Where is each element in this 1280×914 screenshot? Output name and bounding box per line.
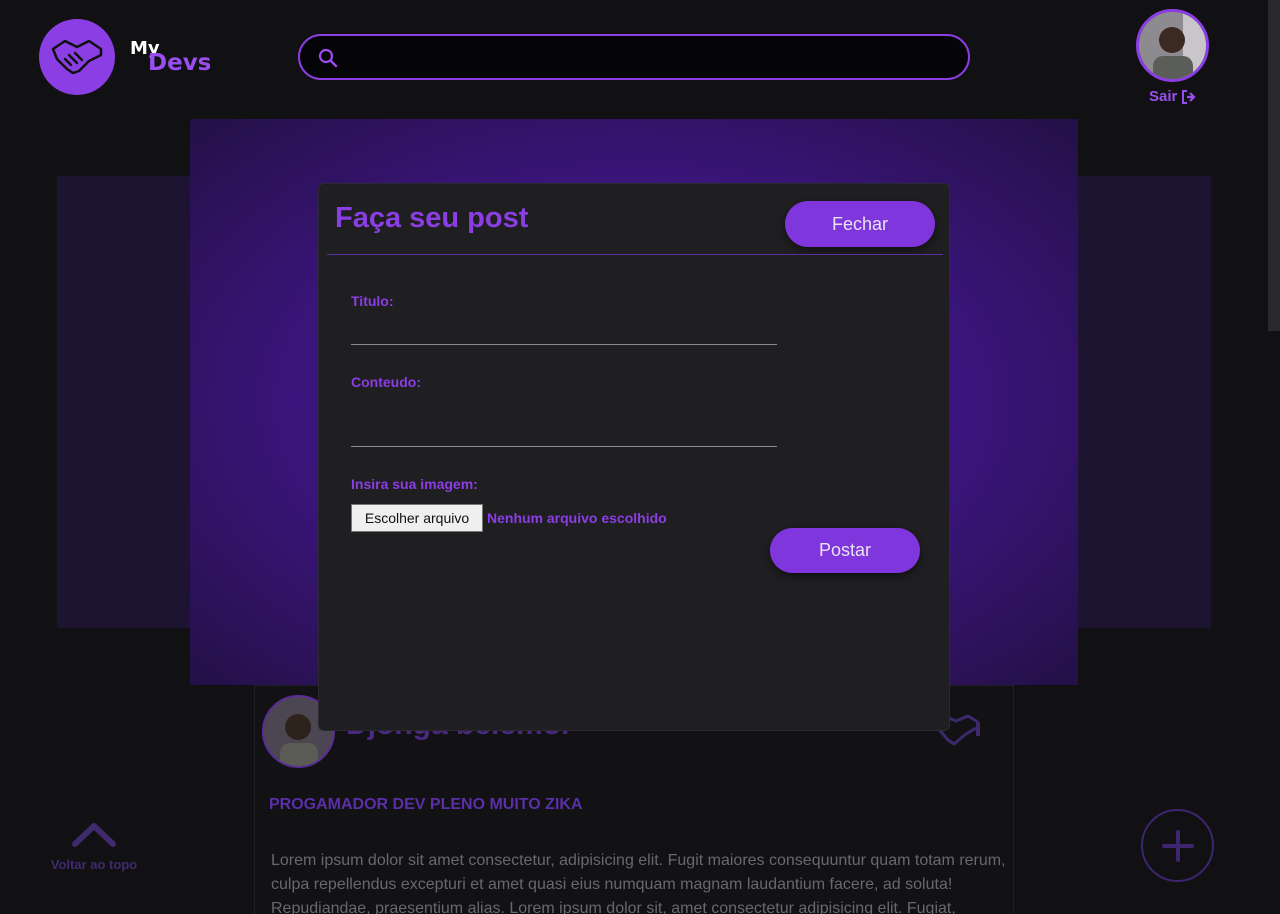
search-icon [318, 48, 338, 68]
chevron-up-icon [72, 823, 116, 847]
back-to-top-button[interactable]: Voltar ao topo [49, 820, 139, 872]
post-body-text: Lorem ipsum dolor sit amet consectetur, … [271, 852, 1006, 914]
plus-icon [1161, 829, 1194, 862]
file-status-text: Nenhum arquivo escolhido [487, 510, 667, 526]
logo-handshake-icon[interactable] [39, 19, 115, 95]
logout-link[interactable]: Sair [1149, 88, 1197, 105]
modal-title: Faça seu post [335, 202, 529, 234]
post-author-role: PROGAMADOR DEV PLENO MUITO ZIKA [269, 796, 583, 813]
search-bar[interactable] [298, 34, 970, 80]
content-label: Conteudo: [351, 374, 421, 390]
brand-devs: Devs [148, 50, 212, 76]
back-to-top-label: Voltar ao topo [50, 857, 138, 872]
modal-divider [327, 254, 943, 255]
title-input[interactable] [351, 344, 777, 345]
content-input[interactable] [351, 446, 777, 447]
page-scrollbar[interactable] [1268, 0, 1280, 331]
close-button[interactable]: Fechar [785, 201, 935, 247]
new-post-button[interactable] [1141, 809, 1214, 882]
sign-out-icon [1182, 89, 1196, 104]
choose-file-button[interactable]: Escolher arquivo [351, 504, 483, 532]
image-label: Insira sua imagem: [351, 476, 478, 492]
new-post-modal: Faça seu post Fechar Titulo: Conteudo: I… [318, 183, 950, 731]
post-button[interactable]: Postar [770, 528, 920, 573]
logout-label: Sair [1149, 88, 1178, 105]
title-label: Titulo: [351, 293, 394, 309]
user-avatar[interactable] [1136, 9, 1209, 82]
